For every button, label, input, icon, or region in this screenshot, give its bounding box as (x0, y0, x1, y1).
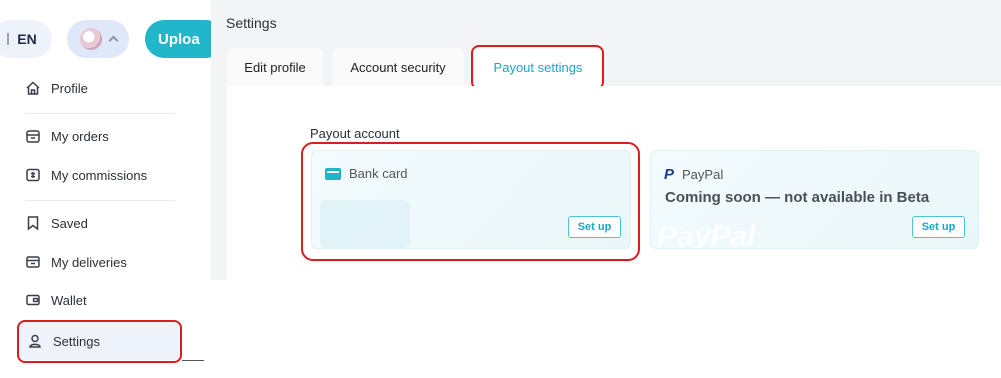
wallet-icon (25, 292, 41, 308)
button-label: Set up (921, 221, 956, 233)
tab-label: Edit profile (244, 59, 306, 75)
sidebar-item-label: My orders (51, 128, 109, 144)
tab-account-security[interactable]: Account security (332, 48, 464, 86)
payout-account-label: Payout account (310, 126, 400, 141)
bookmark-icon (25, 215, 41, 231)
sidebar-item-label: Profile (51, 80, 88, 96)
sidebar-item-wallet[interactable]: Wallet (25, 292, 185, 308)
card-header: P PayPal (664, 166, 723, 183)
sidebar-item-my-commissions[interactable]: My commissions (25, 167, 185, 183)
paypal-setup-button[interactable]: Set up (912, 216, 965, 238)
sidebar-item-saved[interactable]: Saved (25, 215, 185, 231)
card-title: PayPal (682, 167, 724, 182)
tab-label: Account security (350, 59, 446, 75)
divider-mark (7, 33, 10, 45)
account-menu-button[interactable] (67, 20, 129, 58)
chevron-up-icon (108, 35, 118, 46)
divider (25, 200, 175, 201)
box-icon (25, 254, 41, 270)
sidebar-item-label: Saved (51, 215, 88, 231)
sidebar-item-my-orders[interactable]: My orders (25, 128, 185, 144)
sidebar-item-label: My deliveries (51, 254, 127, 270)
sidebar-item-label: Wallet (51, 292, 87, 308)
sidebar-item-my-deliveries[interactable]: My deliveries (25, 254, 185, 270)
language-switcher[interactable]: EN (0, 20, 52, 58)
tab-edit-profile[interactable]: Edit profile (227, 48, 323, 86)
highlight-box-bank-card (301, 142, 640, 261)
home-icon (25, 80, 41, 96)
paypal-option: PayPal P PayPal Coming soon — not availa… (650, 150, 979, 249)
divider-mark (182, 360, 204, 361)
avatar (79, 28, 102, 50)
language-label: EN (17, 31, 37, 47)
paypal-watermark: PayPal (657, 220, 756, 249)
page-title: Settings (226, 15, 277, 31)
paypal-status: Coming soon — not available in Beta (665, 189, 930, 206)
paypal-icon: P (664, 166, 675, 183)
shop-icon (25, 128, 41, 144)
upload-label: Uploa (158, 30, 200, 48)
sidebar-item-profile[interactable]: Profile (25, 80, 185, 96)
highlight-box-payout-tab (471, 45, 604, 90)
highlight-box-settings (17, 320, 182, 363)
divider (25, 113, 175, 114)
money-icon (25, 167, 41, 183)
sidebar-item-label: My commissions (51, 167, 148, 183)
